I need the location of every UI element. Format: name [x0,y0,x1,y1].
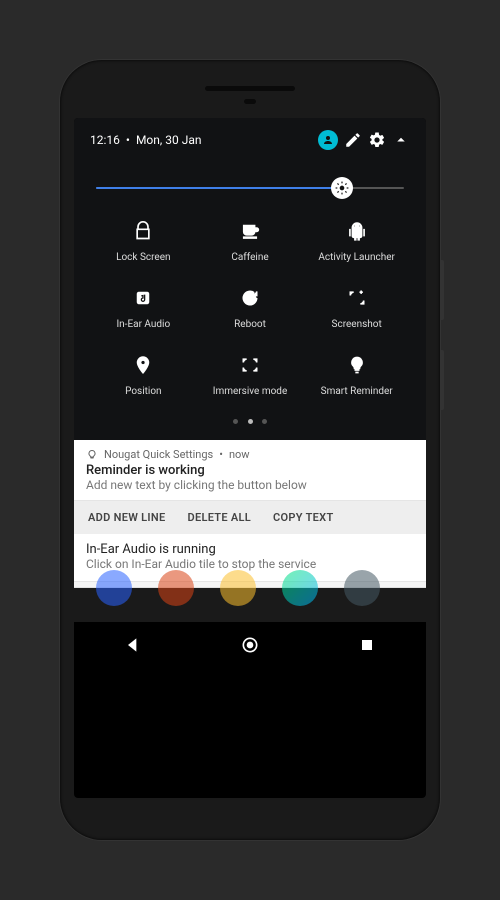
earpiece [205,86,295,91]
android-icon [303,218,410,244]
notification-when: now [229,448,250,461]
tile-caffeine[interactable]: Caffeine [197,218,304,263]
slider-fill [96,187,342,189]
notification-title: In-Ear Audio is running [86,542,414,557]
brightness-slider[interactable] [96,178,404,198]
tile-label: Screenshot [303,319,410,330]
home-button[interactable] [240,635,260,655]
notification-body: Click on In-Ear Audio tile to stop the s… [86,557,414,571]
tile-position[interactable]: Position [90,352,197,397]
quick-settings-panel: 12:16 • Mon, 30 Jan [74,118,426,440]
volume-up-button[interactable] [440,260,444,320]
tile-label: Activity Launcher [303,252,410,263]
status-bar: 12:16 • Mon, 30 Jan [90,130,410,150]
sensor [244,99,256,104]
notification-title: Reminder is working [74,463,426,478]
lock-icon [90,218,197,244]
tile-in-ear-audio[interactable]: In-Ear Audio [90,285,197,330]
recents-button[interactable] [357,635,377,655]
pager-dot-active [248,419,253,424]
action-add-new-line[interactable]: ADD NEW LINE [88,511,165,524]
notification-actions: ADD NEW LINE DELETE ALL COPY TEXT [74,501,426,534]
tile-label: Caffeine [197,252,304,263]
background-apps-peek [74,588,426,622]
music-note-icon [90,285,197,311]
volume-down-button[interactable] [440,350,444,410]
tile-screenshot[interactable]: Screenshot [303,285,410,330]
back-button[interactable] [123,635,143,655]
tile-label: Lock Screen [90,252,197,263]
tile-lock-screen[interactable]: Lock Screen [90,218,197,263]
notification-header: Nougat Quick Settings • now [74,440,426,463]
settings-icon[interactable] [368,131,386,149]
reboot-icon [197,285,304,311]
location-icon [90,352,197,378]
pager-dot [262,419,267,424]
action-delete-all[interactable]: DELETE ALL [187,511,251,524]
pager-dots[interactable] [90,409,410,428]
bulb-icon [86,449,98,461]
date-text: Mon, 30 Jan [136,133,202,147]
tile-reboot[interactable]: Reboot [197,285,304,330]
tile-label: Reboot [197,319,304,330]
tile-smart-reminder[interactable]: Smart Reminder [303,352,410,397]
pager-dot [233,419,238,424]
tile-label: Immersive mode [197,386,304,397]
notification-reminder[interactable]: Nougat Quick Settings • now Reminder is … [74,440,426,501]
status-sep: • [126,133,130,147]
tile-immersive-mode[interactable]: Immersive mode [197,352,304,397]
tile-label: Smart Reminder [303,386,410,397]
phone-frame: 12:16 • Mon, 30 Jan [60,60,440,840]
screenshot-icon [303,285,410,311]
action-copy-text[interactable]: COPY TEXT [273,511,333,524]
tile-label: Position [90,386,197,397]
fullscreen-icon [197,352,304,378]
tile-label: In-Ear Audio [90,319,197,330]
notification-sep: • [219,448,223,461]
slider-thumb[interactable] [331,177,353,199]
clock-text: 12:16 [90,133,120,147]
notification-app: Nougat Quick Settings [104,448,213,461]
edit-icon[interactable] [344,131,362,149]
tiles-grid: Lock Screen Caffeine Activity Launcher I… [90,218,410,397]
tile-activity-launcher[interactable]: Activity Launcher [303,218,410,263]
coffee-icon [197,218,304,244]
user-avatar-icon[interactable] [318,130,338,150]
collapse-icon[interactable] [392,131,410,149]
notification-body: Add new text by clicking the button belo… [74,478,426,500]
bulb-icon [303,352,410,378]
screen: 12:16 • Mon, 30 Jan [74,118,426,798]
navigation-bar [74,622,426,668]
